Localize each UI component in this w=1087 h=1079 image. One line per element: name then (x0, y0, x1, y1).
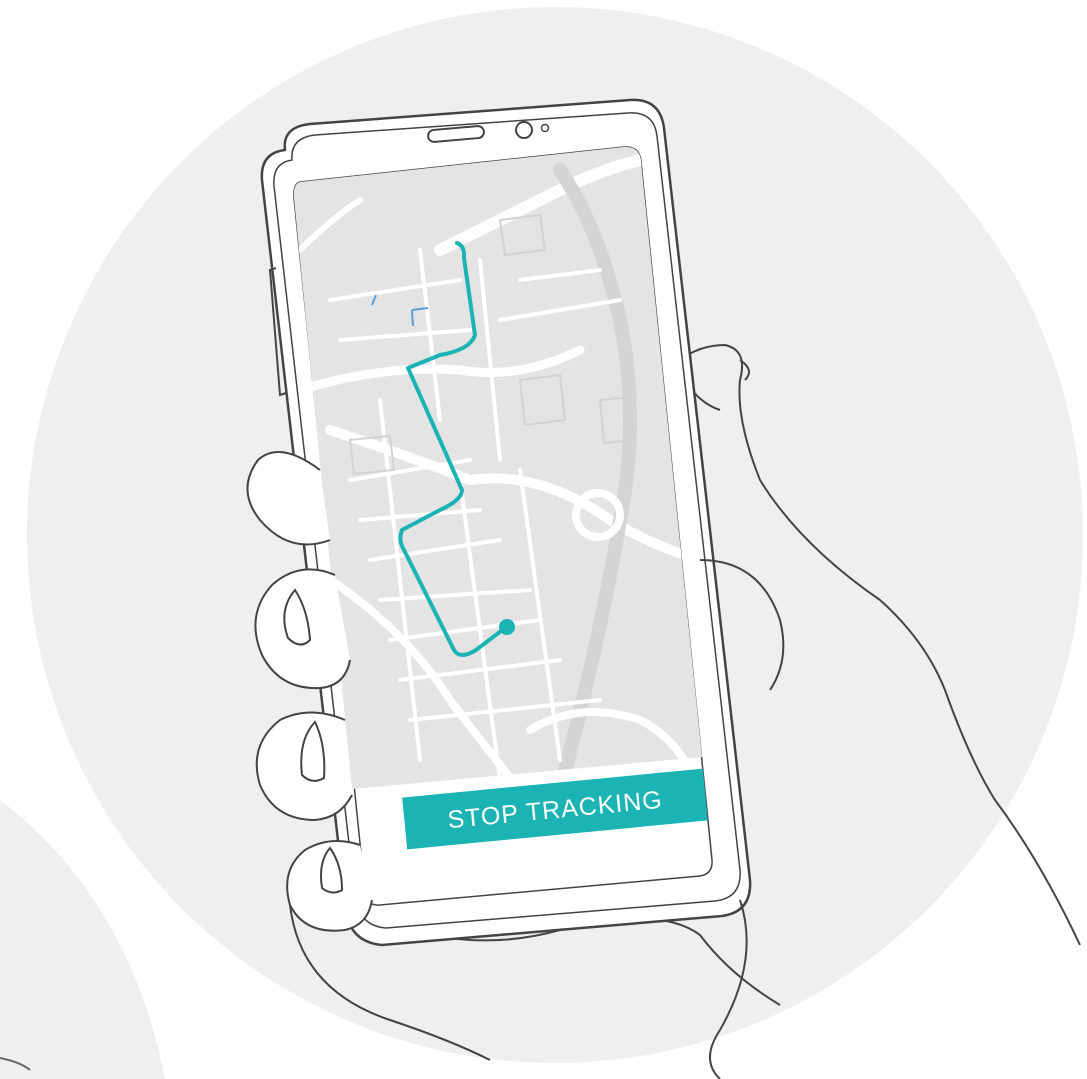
finger-ring (255, 711, 353, 822)
finger-pinky (286, 840, 373, 932)
location-dot (499, 619, 515, 635)
phone-tracking-illustration: STOP TRACKING (0, 7, 1083, 1079)
